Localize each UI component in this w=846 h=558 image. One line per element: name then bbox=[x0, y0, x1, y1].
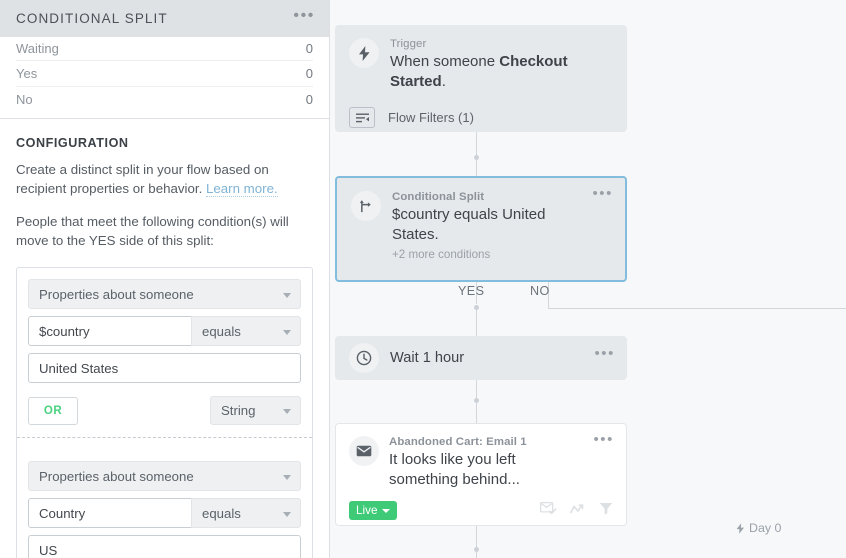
email-card-inner: Abandoned Cart: Email 1 It looks like yo… bbox=[336, 424, 626, 530]
stat-label-yes: Yes bbox=[16, 66, 37, 81]
configuration-description: Create a distinct split in your flow bas… bbox=[16, 161, 313, 198]
condition-operator-select-2[interactable]: equals bbox=[191, 498, 301, 528]
chevron-down-icon bbox=[283, 409, 291, 414]
condition-source-select-2[interactable]: Properties about someone bbox=[28, 461, 301, 491]
chevron-down-icon bbox=[382, 509, 390, 513]
connector-node-dot bbox=[474, 155, 479, 160]
envelope-icon bbox=[349, 436, 379, 466]
split-stats: Waiting 0 Yes 0 No 0 bbox=[0, 37, 329, 112]
flow-filters-label: Flow Filters (1) bbox=[388, 110, 474, 125]
branch-split-icon bbox=[351, 191, 381, 221]
split-title: $country equals United States. bbox=[392, 205, 587, 245]
email-title: It looks like you left something behind.… bbox=[389, 450, 589, 490]
learn-more-link[interactable]: Learn more. bbox=[206, 181, 278, 197]
status-badge-live[interactable]: Live bbox=[349, 501, 397, 520]
clock-icon bbox=[349, 343, 379, 373]
email-action-icons bbox=[540, 502, 613, 520]
split-card-body: Conditional Split $country equals United… bbox=[392, 191, 611, 261]
connector-wait-dot bbox=[474, 398, 479, 403]
panel-title: CONDITIONAL SPLIT bbox=[16, 11, 293, 26]
configuration-heading: CONFIGURATION bbox=[16, 136, 313, 150]
wait-card-inner: Wait 1 hour ••• bbox=[335, 336, 627, 380]
configuration-section: CONFIGURATION Create a distinct split in… bbox=[0, 119, 329, 250]
flow-canvas[interactable]: Trigger When someone Checkout Started. bbox=[330, 0, 846, 558]
trigger-title-prefix: When someone bbox=[390, 53, 499, 70]
connector-split-to-wait bbox=[476, 308, 477, 336]
connector-email-down bbox=[476, 526, 477, 558]
email-card-body: Abandoned Cart: Email 1 It looks like yo… bbox=[389, 436, 613, 490]
split-card-inner: Conditional Split $country equals United… bbox=[337, 178, 625, 273]
trigger-kicker: Trigger bbox=[390, 38, 589, 50]
email-tracking-icon[interactable] bbox=[540, 502, 557, 520]
connector-no-branch bbox=[548, 308, 846, 309]
stat-value-yes: 0 bbox=[306, 66, 313, 81]
condition-operator-value-2: equals bbox=[202, 506, 241, 521]
branch-label-yes: YES bbox=[458, 284, 484, 298]
lightning-bolt-icon bbox=[736, 523, 745, 534]
lightning-bolt-icon bbox=[349, 38, 379, 68]
condition-operator-value-1: equals bbox=[202, 324, 241, 339]
conditional-split-panel: CONDITIONAL SPLIT ••• Waiting 0 Yes 0 No… bbox=[0, 0, 330, 558]
or-button[interactable]: OR bbox=[28, 397, 78, 425]
condition-type-value-1: String bbox=[221, 403, 255, 418]
flow-filters-button[interactable]: Flow Filters (1) bbox=[349, 105, 613, 128]
connector-yes-dot bbox=[474, 305, 479, 310]
trigger-title: When someone Checkout Started. bbox=[390, 52, 589, 92]
condition-separator bbox=[17, 437, 312, 438]
stat-row-yes: Yes 0 bbox=[16, 61, 313, 87]
chevron-down-icon bbox=[283, 330, 291, 335]
condition-value-input-1[interactable]: United States bbox=[28, 353, 301, 383]
funnel-filter-icon[interactable] bbox=[599, 502, 613, 520]
email-card[interactable]: Abandoned Cart: Email 1 It looks like yo… bbox=[335, 423, 627, 526]
condition-operator-select-1[interactable]: equals bbox=[191, 316, 301, 346]
connector-email-dot bbox=[474, 547, 479, 552]
day-marker-label: Day 0 bbox=[749, 521, 781, 535]
condition-or-row: OR String bbox=[28, 396, 301, 425]
conditions-card: Properties about someone $country equals… bbox=[16, 267, 313, 558]
branch-label-no: NO bbox=[530, 284, 550, 298]
split-menu-button[interactable]: ••• bbox=[592, 190, 613, 198]
flow-builder-screen: CONDITIONAL SPLIT ••• Waiting 0 Yes 0 No… bbox=[0, 0, 846, 558]
condition-row-1: $country equals bbox=[28, 316, 301, 346]
configuration-instruction: People that meet the following condition… bbox=[16, 213, 313, 250]
trigger-card-inner: Trigger When someone Checkout Started. bbox=[335, 25, 627, 140]
stat-value-waiting: 0 bbox=[306, 41, 313, 56]
stat-row-waiting: Waiting 0 bbox=[16, 37, 313, 61]
wait-title: Wait 1 hour bbox=[390, 343, 613, 373]
wait-card[interactable]: Wait 1 hour ••• bbox=[335, 336, 627, 380]
stat-label-no: No bbox=[16, 92, 33, 107]
split-kicker: Conditional Split bbox=[392, 191, 587, 203]
condition-group-2: Properties about someone Country equals … bbox=[28, 449, 301, 558]
condition-type-select-1[interactable]: String bbox=[210, 396, 301, 425]
condition-source-value-1: Properties about someone bbox=[39, 287, 194, 302]
condition-source-select-1[interactable]: Properties about someone bbox=[28, 279, 301, 309]
wait-menu-button[interactable]: ••• bbox=[594, 350, 615, 358]
split-subtitle: +2 more conditions bbox=[392, 248, 587, 261]
condition-source-value-2: Properties about someone bbox=[39, 469, 194, 484]
panel-header: CONDITIONAL SPLIT ••• bbox=[0, 0, 329, 37]
condition-value-input-2[interactable]: US bbox=[28, 535, 301, 558]
day-marker: Day 0 bbox=[736, 521, 781, 535]
smart-sending-icon[interactable] bbox=[570, 502, 586, 520]
email-menu-button[interactable]: ••• bbox=[593, 436, 614, 444]
filter-list-icon bbox=[349, 107, 375, 128]
condition-group-1: Properties about someone $country equals… bbox=[28, 279, 301, 449]
status-badge-label: Live bbox=[356, 504, 377, 517]
chevron-down-icon bbox=[283, 512, 291, 517]
chevron-down-icon bbox=[283, 293, 291, 298]
stat-label-waiting: Waiting bbox=[16, 41, 59, 56]
conditional-split-card[interactable]: Conditional Split $country equals United… bbox=[335, 176, 627, 282]
trigger-title-suffix: . bbox=[442, 73, 446, 90]
condition-property-input-1[interactable]: $country bbox=[28, 316, 192, 346]
stat-value-no: 0 bbox=[306, 92, 313, 107]
email-kicker: Abandoned Cart: Email 1 bbox=[389, 436, 589, 448]
condition-row-2: Country equals bbox=[28, 498, 301, 528]
condition-property-input-2[interactable]: Country bbox=[28, 498, 192, 528]
email-card-footer: Live bbox=[349, 501, 613, 520]
trigger-card[interactable]: Trigger When someone Checkout Started. bbox=[335, 25, 627, 132]
stat-row-no: No 0 bbox=[16, 87, 313, 113]
trigger-card-body: Trigger When someone Checkout Started. bbox=[390, 38, 613, 92]
panel-menu-button[interactable]: ••• bbox=[293, 11, 315, 26]
chevron-down-icon bbox=[283, 475, 291, 480]
